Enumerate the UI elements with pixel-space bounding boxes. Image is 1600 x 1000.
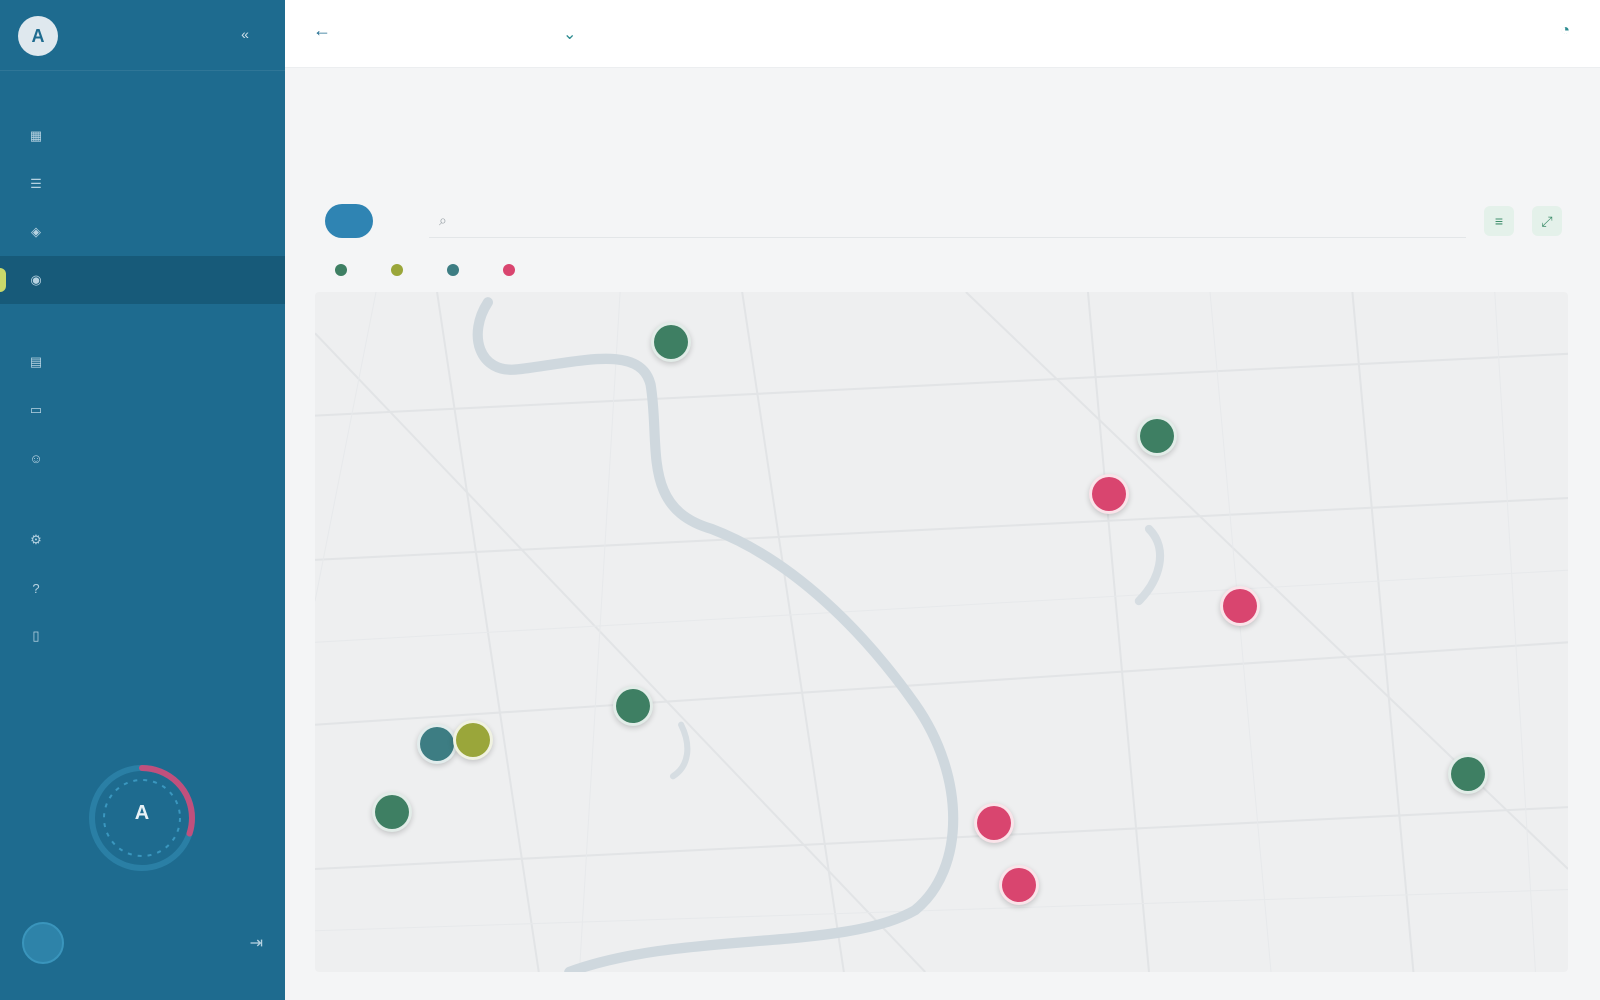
search-input[interactable]: [454, 213, 1456, 228]
help-icon: ?: [32, 580, 40, 596]
primary-action-button[interactable]: [325, 204, 373, 238]
nav-section-header: [0, 78, 285, 112]
chart-icon: ▤: [29, 354, 43, 369]
legend-item[interactable]: [335, 264, 355, 276]
legend-item[interactable]: [447, 264, 467, 276]
sidebar-item-1[interactable]: ▦: [0, 112, 285, 160]
users-icon: ☺: [29, 450, 43, 466]
nav-section-header: [0, 304, 285, 338]
sidebar-item-5[interactable]: ▤: [0, 338, 285, 386]
filter-icon[interactable]: ≡: [1484, 206, 1514, 236]
dashboard-icon: ▦: [29, 128, 43, 143]
map-icon: ◉: [30, 272, 42, 287]
bell-icon[interactable]: ◔: [1560, 22, 1570, 40]
legend-swatch: [335, 264, 347, 276]
sidebar-item-10[interactable]: ▯: [0, 612, 285, 660]
gauge-label: A: [134, 802, 150, 824]
search-box: ⌕: [429, 204, 1466, 238]
sidebar-item-map-active[interactable]: ◉: [0, 256, 285, 304]
brand-logo: A: [18, 16, 58, 56]
main-content: ⌕ ≡ ⤢: [305, 68, 1570, 1000]
top-right-controls: ◔: [1542, 22, 1570, 40]
sidebar-item-6[interactable]: ▭: [0, 386, 285, 434]
sidebar-item-2[interactable]: ☰: [0, 160, 285, 208]
sidebar-item-3[interactable]: ◈: [0, 208, 285, 256]
sidebar: A « ▦ ☰ ◈ ◉ ▤ ▭ ☺ ⚙ ? ▯ A ⇥: [0, 0, 285, 1000]
map-marker-red[interactable]: [1220, 586, 1260, 626]
map-marker-green[interactable]: [613, 686, 653, 726]
map-marker-red[interactable]: [999, 865, 1039, 905]
legend-item[interactable]: [391, 264, 411, 276]
nav-section-header: [0, 482, 285, 516]
legend-swatch: [447, 264, 459, 276]
map-background: [315, 292, 1568, 972]
toolbar: ⌕ ≡ ⤢: [325, 198, 1562, 244]
logout-icon[interactable]: ⇥: [250, 933, 263, 953]
user-profile[interactable]: ⇥: [22, 908, 263, 978]
map-marker-red[interactable]: [974, 803, 1014, 843]
map-marker-red[interactable]: [1089, 474, 1129, 514]
avatar: [22, 922, 64, 964]
sidebar-divider: [0, 70, 285, 71]
search-icon: ⌕: [439, 212, 447, 228]
sidebar-nav: ▦ ☰ ◈ ◉ ▤ ▭ ☺ ⚙ ? ▯: [0, 78, 285, 660]
sidebar-item-7[interactable]: ☺: [0, 434, 285, 482]
bookmark-icon[interactable]: ⌄: [563, 24, 576, 44]
folder-icon: ▭: [29, 402, 43, 417]
back-arrow-icon[interactable]: ←: [313, 20, 331, 41]
map-canvas[interactable]: [315, 292, 1568, 972]
map-marker-green[interactable]: [651, 322, 691, 362]
map-marker-green[interactable]: [1448, 754, 1488, 794]
secondary-action-button[interactable]: [391, 204, 411, 238]
map-marker-teal[interactable]: [417, 724, 457, 764]
gear-icon: ⚙: [30, 532, 42, 547]
layers-icon: ◈: [31, 224, 41, 239]
map-legend: [335, 258, 523, 282]
sidebar-item-9[interactable]: ?: [0, 564, 285, 612]
map-marker-green[interactable]: [1137, 416, 1177, 456]
document-icon: ▯: [32, 628, 40, 643]
map-marker-lime[interactable]: [453, 720, 493, 760]
sidebar-item-8[interactable]: ⚙: [0, 516, 285, 564]
legend-item[interactable]: [503, 264, 523, 276]
fullscreen-icon[interactable]: ⤢: [1532, 206, 1562, 236]
legend-swatch: [503, 264, 515, 276]
top-bar: ← ⌄ ◔: [285, 0, 1600, 68]
collapse-sidebar-button[interactable]: «: [227, 26, 263, 44]
double-chevron-left-icon: «: [241, 26, 249, 42]
list-icon: ☰: [30, 176, 42, 191]
brand[interactable]: A: [18, 14, 68, 58]
legend-swatch: [391, 264, 403, 276]
progress-gauge: A: [82, 758, 202, 878]
map-marker-green[interactable]: [372, 792, 412, 832]
